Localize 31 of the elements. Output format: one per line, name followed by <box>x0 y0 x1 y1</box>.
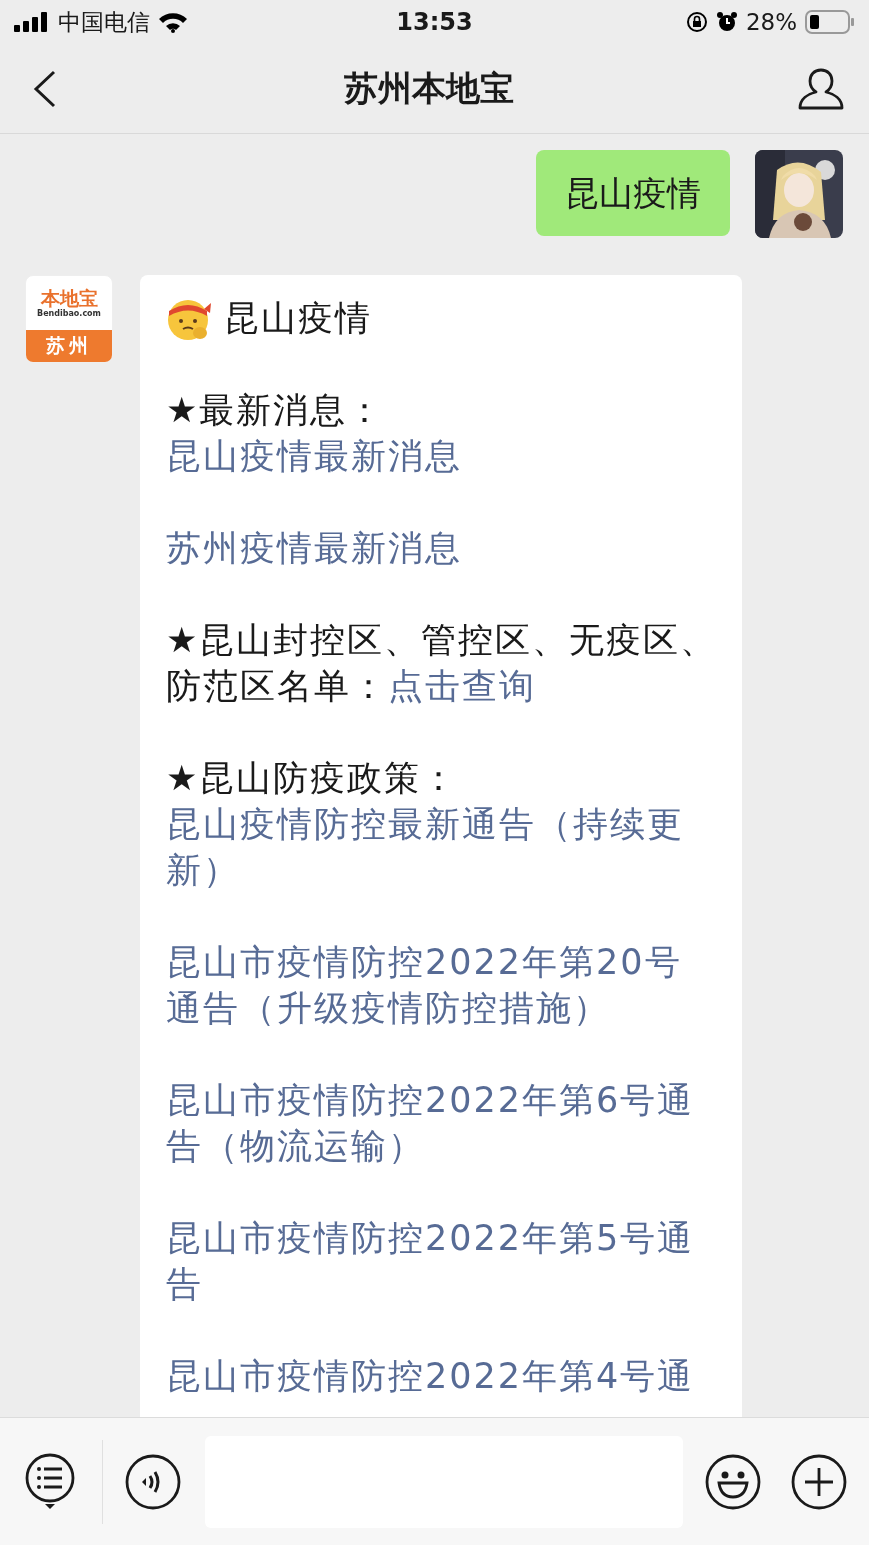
logo-city: 苏州 <box>26 330 112 362</box>
article-link[interactable]: 苏州疫情最新消息 <box>166 525 718 571</box>
logo-text: Bendibao.com <box>37 309 101 319</box>
signal-icon <box>14 12 50 32</box>
carrier-name: 中国电信 <box>58 7 150 37</box>
clock-time: 13:53 <box>396 8 473 36</box>
emoji-button[interactable] <box>705 1453 762 1510</box>
article-link[interactable]: 昆山市疫情防控2022年第4号通 <box>166 1353 718 1399</box>
battery-icon <box>805 10 855 34</box>
voice-button[interactable] <box>125 1453 181 1510</box>
sent-message: 昆山疫情 <box>536 150 730 236</box>
profile-button[interactable] <box>797 66 845 111</box>
article-link[interactable]: 昆山市疫情防控2022年第20号通告（升级疫情防控措施） <box>166 939 718 1031</box>
menu-button[interactable] <box>24 1451 76 1512</box>
rotation-lock-icon <box>685 11 708 33</box>
section-heading: ★昆山封控区、管控区、无疫区、防范区名单：点击查询 <box>166 619 718 708</box>
article-link[interactable]: 昆山疫情最新消息 <box>166 433 718 479</box>
add-button[interactable] <box>791 1453 847 1510</box>
logo-text: 本地宝 <box>40 287 98 309</box>
chat-title: 苏州本地宝 <box>342 66 515 110</box>
article-link[interactable]: 昆山市疫情防控2022年第5号通告 <box>166 1215 718 1307</box>
section-heading: ★昆山防疫政策： <box>166 757 460 800</box>
card-title: 昆山疫情 <box>224 297 372 340</box>
wifi-icon <box>158 11 188 33</box>
article-link[interactable]: 昆山疫情防控最新通告（持续更新） <box>166 801 718 893</box>
section-heading: ★最新消息： <box>166 389 386 432</box>
article-link[interactable]: 昆山市疫情防控2022年第6号通告（物流运输） <box>166 1077 718 1169</box>
battery-percent: 28% <box>745 9 797 35</box>
query-link[interactable]: 点击查询 <box>388 666 536 706</box>
account-logo[interactable]: 本地宝 Bendibao.com 苏州 <box>25 275 113 363</box>
alarm-icon <box>715 11 738 33</box>
